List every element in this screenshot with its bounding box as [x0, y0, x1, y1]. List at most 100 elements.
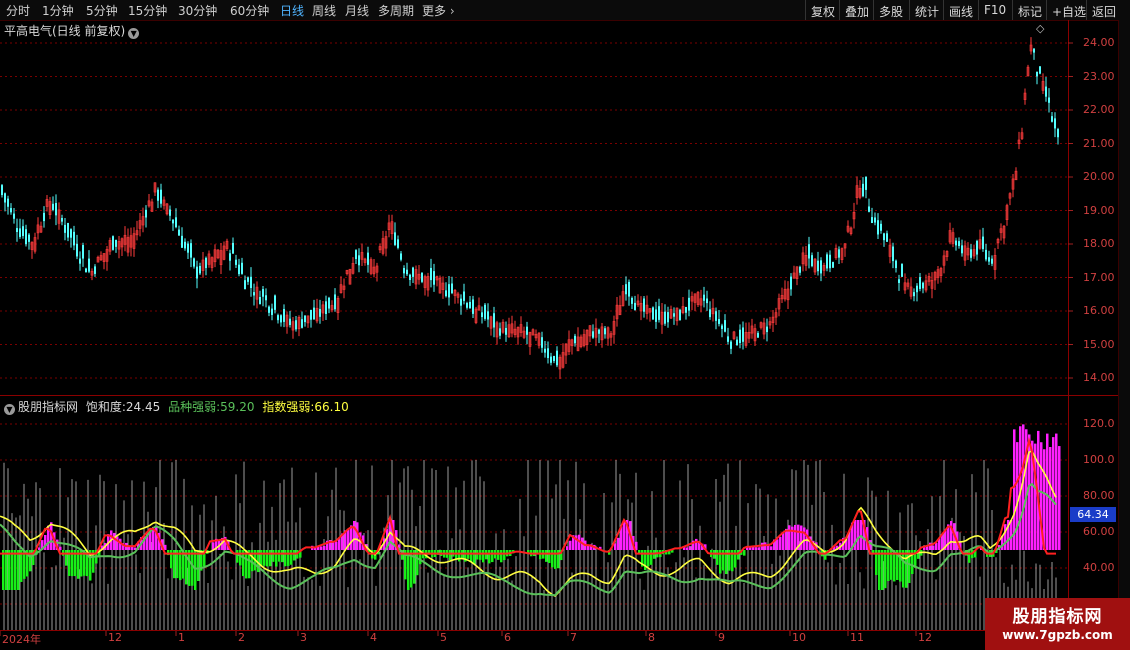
candle-body	[76, 243, 78, 257]
negative-bar	[482, 550, 485, 563]
candle-body	[469, 301, 471, 309]
candle-body	[673, 313, 675, 317]
candle-body	[175, 217, 177, 228]
candle-body	[985, 249, 987, 260]
candle-body	[820, 260, 822, 274]
negative-bar	[716, 550, 719, 565]
candle-body	[1054, 118, 1056, 129]
candle-body	[310, 309, 312, 320]
watermark-title: 股朋指标网	[1012, 607, 1103, 627]
chevron-down-icon[interactable]: ▼	[128, 28, 140, 39]
chevron-down-icon[interactable]: ▼	[4, 404, 15, 415]
candle-body	[160, 189, 162, 204]
diamond-icon[interactable]: ◇	[1036, 22, 1044, 35]
candle-body	[205, 257, 207, 269]
negative-bar	[281, 550, 284, 563]
candle-body	[169, 209, 171, 216]
candle-body	[919, 277, 921, 289]
positive-bar	[338, 539, 341, 550]
negative-bar	[878, 550, 881, 590]
positive-bar	[566, 546, 569, 550]
candle-body	[895, 260, 897, 269]
main-panel-title: 平高电气(日线 前复权) ▼	[4, 22, 140, 39]
candle-body	[433, 271, 435, 285]
negative-bar	[278, 550, 281, 562]
negative-bar	[650, 550, 653, 565]
price-tick-label: 23.00	[1083, 69, 1115, 83]
candle-body	[397, 239, 399, 248]
negative-bar	[473, 550, 476, 565]
negative-bar	[458, 550, 461, 562]
candle-body	[79, 258, 81, 264]
candle-body	[544, 348, 546, 353]
candle-body	[253, 292, 255, 296]
candle-body	[421, 272, 423, 282]
positive-bar	[1004, 524, 1007, 550]
side-panel-strip[interactable]	[1118, 20, 1130, 630]
candle-body	[1057, 129, 1059, 138]
candle-body	[463, 291, 465, 301]
price-tick-label: 14.00	[1083, 371, 1115, 384]
negative-bar	[65, 550, 68, 566]
indicator-tick-label: 80.00	[1083, 489, 1115, 502]
time-axis-label: 4	[370, 631, 377, 644]
candle-body	[553, 356, 555, 362]
positive-bar	[1046, 433, 1049, 550]
candle-body	[826, 254, 828, 269]
watermark-logo: 股朋指标网 www.7gpzb.com	[985, 598, 1130, 650]
candle-body	[304, 315, 306, 323]
candle-body	[334, 294, 336, 310]
candle-body	[865, 176, 867, 190]
price-tick-label: 20.00	[1083, 170, 1115, 183]
indicator-tick-label: 120.0	[1083, 417, 1115, 430]
candle-body	[541, 337, 543, 348]
positive-bar	[770, 546, 773, 550]
candle-body	[685, 306, 687, 313]
candle-body	[718, 319, 720, 324]
negative-bar	[2, 550, 5, 590]
candle-body	[634, 302, 636, 311]
positive-bar	[1016, 442, 1019, 550]
candle-body	[115, 239, 117, 247]
negative-bar	[5, 550, 8, 590]
candle-body	[10, 208, 12, 213]
positive-bar	[800, 525, 803, 550]
candle-body	[262, 289, 264, 297]
index-strength-value: 66.10	[314, 400, 349, 414]
negative-bar	[491, 550, 494, 563]
negative-bar	[266, 550, 269, 567]
candle-body	[238, 264, 240, 275]
candle-body	[526, 326, 528, 335]
time-axis-label: 12	[918, 631, 932, 644]
positive-bar	[776, 539, 779, 550]
negative-bar	[449, 550, 452, 561]
candle-body	[412, 267, 414, 277]
candle-body	[199, 265, 201, 274]
candle-body	[319, 308, 321, 317]
candle-body	[313, 307, 315, 320]
candle-body	[235, 259, 237, 265]
candle-body	[112, 236, 114, 250]
candle-body	[874, 217, 876, 223]
candle-body	[958, 241, 960, 247]
positive-bar	[569, 540, 572, 550]
candle-body	[187, 243, 189, 253]
candle-body	[811, 255, 813, 267]
candle-body	[556, 350, 558, 366]
negative-bar	[647, 550, 650, 567]
stock-title: 平高电气(日线 前复权)	[4, 24, 126, 38]
positive-bar	[320, 546, 323, 550]
negative-bar	[293, 550, 296, 561]
current-value-badge: 64.34	[1070, 507, 1116, 522]
candle-body	[886, 233, 888, 242]
candle-body	[67, 222, 69, 238]
candle-body	[16, 228, 18, 233]
candle-body	[1045, 86, 1047, 97]
time-axis-label: 12	[108, 631, 122, 644]
positive-bar	[788, 525, 791, 550]
positive-bar	[779, 536, 782, 550]
negative-bar	[476, 550, 479, 560]
negative-bar	[8, 550, 11, 590]
positive-bar	[335, 541, 338, 550]
candle-body	[19, 228, 21, 237]
